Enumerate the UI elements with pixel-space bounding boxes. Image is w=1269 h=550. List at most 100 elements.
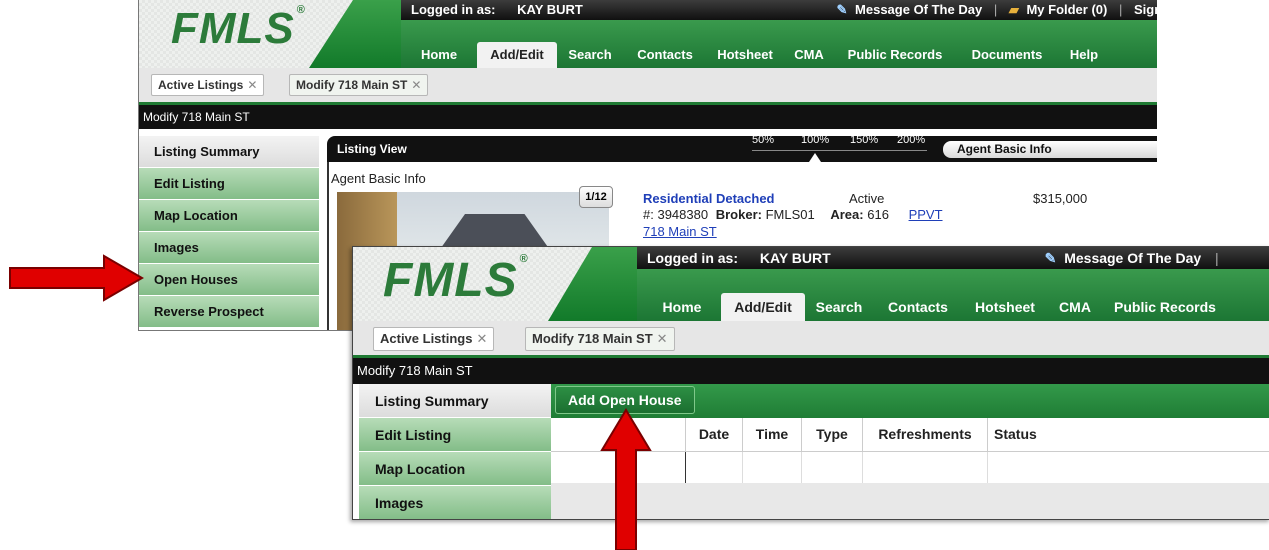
- column-time[interactable]: Time: [743, 418, 802, 451]
- property-type-link[interactable]: Residential Detached: [643, 191, 775, 206]
- sidebar-item-edit-listing[interactable]: Edit Listing: [139, 168, 319, 200]
- folder-icon: ▰: [1008, 2, 1019, 17]
- listing-price: $315,000: [1033, 191, 1088, 206]
- my-folder-link[interactable]: My Folder (0): [1026, 0, 1107, 20]
- zoom-200[interactable]: 200%: [897, 134, 925, 146]
- column-divider: [742, 452, 743, 483]
- tab-modify-listing[interactable]: Modify 718 Main ST ✕: [525, 327, 675, 351]
- sidebar: Listing Summary Edit Listing Map Locatio…: [359, 384, 551, 519]
- listing-number-label: #:: [643, 207, 654, 222]
- screenshot-open-houses: FMLS ® Logged in as: KAY BURT ✎ Message O…: [352, 246, 1269, 520]
- user-name: KAY BURT: [759, 250, 831, 266]
- listing-view-title: Listing View: [337, 142, 407, 156]
- nav-public-records[interactable]: Public Records: [835, 42, 955, 68]
- zoom-100[interactable]: 100%: [801, 134, 829, 146]
- table-row[interactable]: [551, 452, 1269, 483]
- area-code: 616: [867, 207, 889, 222]
- nav-home[interactable]: Home: [401, 42, 477, 68]
- page-title: Modify 718 Main ST: [357, 363, 473, 378]
- nav-cma[interactable]: CMA: [1047, 293, 1103, 321]
- message-of-the-day-link[interactable]: Message Of The Day: [855, 0, 982, 20]
- nav-cma[interactable]: CMA: [783, 42, 835, 68]
- tab-active-listings[interactable]: Active Listings ✕: [373, 327, 495, 351]
- tab-label: Active Listings: [158, 78, 244, 92]
- tab-modify-listing[interactable]: Modify 718 Main ST ✕: [289, 74, 429, 96]
- close-icon[interactable]: ✕: [247, 78, 257, 92]
- column-refreshments[interactable]: Refreshments: [863, 418, 988, 451]
- motd-icon: ✎: [1044, 250, 1057, 266]
- nav-add-edit[interactable]: Add/Edit: [477, 42, 557, 68]
- zoom-150[interactable]: 150%: [850, 134, 878, 146]
- column-date[interactable]: Date: [686, 418, 743, 451]
- column-divider: [685, 452, 686, 483]
- nav-contacts[interactable]: Contacts: [873, 293, 963, 321]
- main-nav: Home Add/Edit Search Contacts Hotsheet CMA Pub…: [637, 269, 1269, 321]
- close-icon[interactable]: ✕: [411, 78, 421, 92]
- broker-label: Broker:: [715, 207, 762, 222]
- close-icon[interactable]: ✕: [657, 331, 668, 346]
- sidebar-item-listing-summary[interactable]: Listing Summary: [139, 136, 319, 168]
- broker-code: FMLS01: [765, 207, 815, 222]
- column-type[interactable]: Type: [802, 418, 863, 451]
- sidebar-item-images[interactable]: Images: [359, 486, 551, 519]
- motd-icon: ✎: [836, 2, 848, 17]
- nav-hotsheet[interactable]: Hotsheet: [963, 293, 1047, 321]
- zoom-slider-handle[interactable]: [809, 153, 821, 162]
- sidebar-item-map-location[interactable]: Map Location: [359, 452, 551, 486]
- nav-help[interactable]: Help: [1059, 42, 1109, 68]
- nav-hotsheet[interactable]: Hotsheet: [707, 42, 783, 68]
- column-divider: [987, 452, 988, 483]
- sidebar-item-edit-listing[interactable]: Edit Listing: [359, 418, 551, 452]
- photo-counter[interactable]: 1/12: [579, 186, 613, 208]
- column-divider: [862, 452, 863, 483]
- page-title: Modify 718 Main ST: [143, 110, 250, 124]
- table-row[interactable]: [551, 483, 1269, 519]
- listing-view-header: Listing View 50% 100% 150% 200% Agent Ba…: [327, 134, 1157, 162]
- nav-documents[interactable]: Documents: [955, 42, 1059, 68]
- listing-status: Active: [849, 191, 885, 206]
- message-of-the-day-link[interactable]: Message Of The Day: [1064, 247, 1201, 269]
- arrow-right-icon: [9, 254, 144, 302]
- panel-border: [327, 162, 329, 330]
- zoom-50[interactable]: 50%: [752, 134, 774, 146]
- logged-in-label: Logged in as:: [411, 2, 496, 17]
- top-info-bar: Logged in as: KAY BURT ✎ Message Of The …: [637, 247, 1269, 269]
- sidebar-item-images[interactable]: Images: [139, 232, 319, 264]
- address-link[interactable]: 718 Main ST: [643, 224, 717, 239]
- table-header-row: Date Time Type Refreshments Status: [551, 418, 1269, 452]
- close-icon[interactable]: ✕: [476, 331, 487, 346]
- ppvt-link[interactable]: PPVT: [909, 207, 943, 222]
- sidebar: Listing Summary Edit Listing Map Locatio…: [139, 136, 319, 328]
- separator: |: [1215, 250, 1219, 266]
- fmls-logo[interactable]: FMLS ®: [171, 4, 306, 54]
- tab-active-listings[interactable]: Active Listings ✕: [151, 74, 265, 96]
- view-select[interactable]: Agent Basic Info: [943, 141, 1157, 158]
- fmls-logo[interactable]: FMLS ®: [383, 253, 529, 308]
- open-house-toolbar: Add Open House: [551, 384, 1269, 418]
- logged-in-label: Logged in as:: [647, 250, 738, 266]
- nav-contacts[interactable]: Contacts: [623, 42, 707, 68]
- main-nav: Home Add/Edit Search Contacts Hotsheet CMA Pub…: [401, 20, 1157, 68]
- user-name: KAY BURT: [517, 2, 583, 17]
- separator: |: [1118, 2, 1123, 17]
- nav-search[interactable]: Search: [805, 293, 873, 321]
- separator: |: [993, 2, 998, 17]
- nav-home[interactable]: Home: [643, 293, 721, 321]
- sidebar-item-reverse-prospect[interactable]: Reverse Prospect: [139, 296, 319, 328]
- page-title-bar: Modify 718 Main ST: [139, 105, 1157, 129]
- column-divider: [801, 452, 802, 483]
- nav-add-edit[interactable]: Add/Edit: [721, 293, 805, 321]
- sidebar-item-map-location[interactable]: Map Location: [139, 200, 319, 232]
- listing-details-row: #: 3948380 Broker: FMLS01 Area: 616 PPVT: [643, 207, 943, 222]
- column-status[interactable]: Status: [994, 418, 1194, 451]
- open-house-table: Date Time Type Refreshments Status: [551, 418, 1269, 519]
- nav-search[interactable]: Search: [557, 42, 623, 68]
- tab-label: Modify 718 Main ST: [532, 331, 653, 346]
- arrow-up-icon: [600, 408, 652, 550]
- sidebar-item-listing-summary[interactable]: Listing Summary: [359, 384, 551, 418]
- sign-out-link[interactable]: Sign: [1134, 0, 1157, 20]
- page-title-bar: Modify 718 Main ST: [353, 358, 1269, 384]
- zoom-slider-track[interactable]: [752, 150, 927, 151]
- nav-public-records[interactable]: Public Records: [1103, 293, 1227, 321]
- sidebar-item-open-houses[interactable]: Open Houses: [139, 264, 319, 296]
